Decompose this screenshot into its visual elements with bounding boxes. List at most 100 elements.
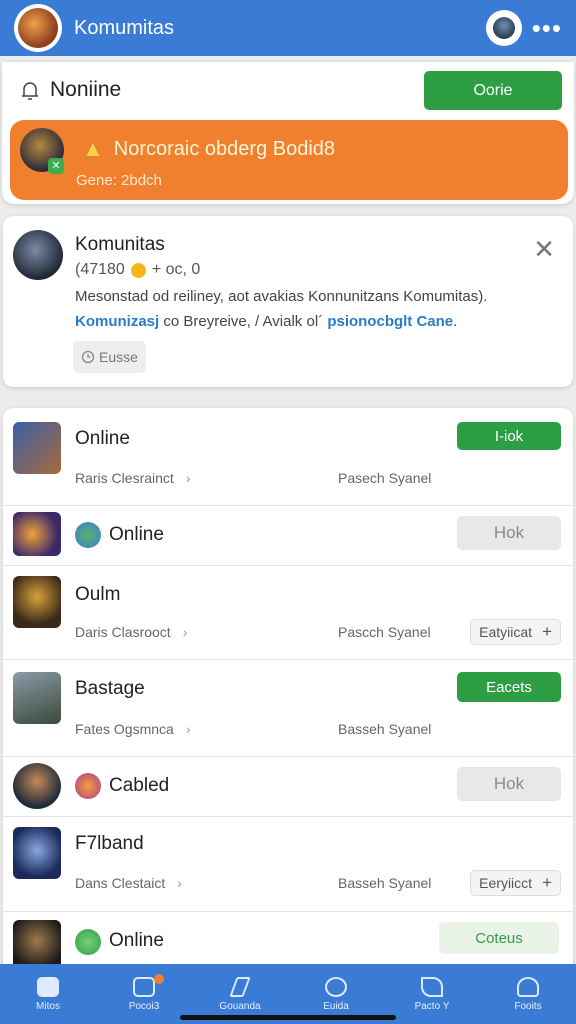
tag-label: Eusse — [99, 349, 138, 365]
game-thumbnail — [13, 576, 61, 628]
status-row: Noniine — [18, 78, 121, 102]
banner-subtitle: Gene: 2bdch — [76, 172, 162, 189]
item-subtitle[interactable]: Raris Clesrainct › — [75, 470, 190, 486]
game-thumbnail — [13, 672, 61, 724]
subtitle-text: Raris Clesrainct — [75, 470, 174, 486]
community-info-card: Komunitas (47180 + oc, 0 ✕ Mesonstad od … — [3, 216, 573, 387]
profile-avatar-button[interactable] — [485, 10, 522, 46]
banner-title: ▲ Norcoraic obderg Bodid8 — [82, 136, 335, 162]
item-meta: Basseh Syanel — [338, 875, 432, 891]
action-button[interactable]: Hok — [457, 516, 561, 550]
community-title: Komunitas — [75, 234, 165, 255]
item-meta: Pascch Syanel — [338, 624, 431, 640]
description-line-1: Mesonstad od reiliney, aot avakias Konnu… — [75, 288, 488, 305]
list-item[interactable]: Cabled Hok — [3, 757, 573, 817]
description-text: co Breyreive, / Avialk ol´ — [159, 313, 328, 330]
game-badge-icon: ✕ — [48, 158, 64, 174]
close-icon[interactable]: ✕ — [533, 236, 555, 262]
status-label: Noniine — [50, 78, 122, 101]
event-banner[interactable]: ✕ ▲ Norcoraic obderg Bodid8 Gene: 2bdch — [10, 120, 568, 200]
item-meta: Pasech Syanel — [338, 470, 432, 486]
item-subtitle[interactable]: Fates Ogsmnca › — [75, 721, 191, 737]
tab-label: Pacto Y — [414, 1000, 450, 1012]
plus-icon: + — [542, 622, 552, 641]
tab-posts[interactable]: Pocoi3 — [96, 964, 192, 1024]
item-subtitle[interactable]: Daris Clasrooct › — [75, 624, 187, 640]
clock-icon — [81, 350, 95, 364]
game-thumbnail — [13, 512, 61, 556]
list-item[interactable]: Online I-iok Raris Clesrainct › Pasech Sy… — [3, 408, 573, 506]
action-button[interactable]: Coteus — [439, 922, 559, 954]
home-icon — [37, 976, 59, 997]
item-meta: Basseh Syanel — [338, 721, 432, 737]
tab-home[interactable]: Mitos — [0, 964, 96, 1024]
tab-label: Fooits — [514, 1000, 542, 1012]
community-stats: (47180 + oc, 0 — [75, 261, 200, 279]
action-button[interactable]: Eacets — [457, 672, 561, 702]
list-item[interactable]: F7lband Dans Clestaict › Basseh Syanel Ee… — [3, 817, 573, 912]
coin-icon — [130, 262, 146, 278]
game-thumbnail — [13, 763, 61, 809]
top-app-bar: Komumitas ••• — [0, 0, 576, 56]
tab-profile[interactable]: Fooits — [480, 964, 576, 1024]
game-thumbnail — [13, 827, 61, 879]
item-title: Online — [109, 524, 164, 545]
game-icon — [75, 773, 101, 799]
community-link[interactable]: Komunizasj — [75, 313, 159, 330]
banner-title-text: Norcoraic obderg Bodid8 — [113, 137, 336, 160]
list-item[interactable]: Bastage Eacets Fates Ogsmnca › Basseh Sya… — [3, 660, 573, 757]
more-dots-icon[interactable]: ••• — [532, 15, 562, 41]
item-title: Bastage — [75, 678, 145, 699]
list-item[interactable]: Online Coteus — [3, 912, 573, 968]
app-logo[interactable] — [14, 4, 62, 52]
bell-icon — [22, 82, 38, 100]
description-end: . — [453, 313, 458, 330]
list-item[interactable]: Oulm Daris Clasrooct › Pascch Syanel Eaty… — [3, 566, 573, 660]
trophy-icon: ▲ — [82, 136, 104, 161]
avatar — [492, 17, 515, 39]
chevron-right-icon: › — [185, 470, 191, 486]
subtitle-text: Daris Clasrooct — [75, 624, 171, 640]
pen-icon — [229, 976, 251, 997]
home-indicator[interactable] — [180, 1015, 396, 1020]
item-title: Online — [109, 930, 164, 951]
tab-label: Gouanda — [219, 1000, 261, 1012]
item-title: Cabled — [109, 775, 170, 796]
chevron-right-icon: › — [177, 875, 182, 891]
description-line-2: Komunizasj co Breyreive, / Avialk ol´ ps… — [75, 313, 457, 330]
chat-bubble-icon — [325, 976, 347, 997]
chip-label: Eeryiicct — [479, 875, 533, 891]
list-item[interactable]: Online Hok — [3, 506, 573, 566]
stat-extra: + oc, 0 — [151, 261, 201, 278]
community-thumbnail — [13, 230, 63, 280]
notification-badge — [154, 974, 164, 984]
add-chip[interactable]: Eatyiicat + — [470, 619, 561, 645]
action-button[interactable]: I-iok — [457, 422, 561, 450]
send-icon — [421, 976, 443, 997]
game-link[interactable]: psionocbglt Cane — [327, 313, 453, 330]
chevron-right-icon: › — [182, 624, 188, 640]
tab-label: Euida — [323, 1000, 349, 1012]
featured-card: Noniine Oorie ✕ ▲ Norcoraic obderg Bodid… — [2, 62, 574, 204]
chip-label: Eatyiicat — [479, 624, 533, 640]
tag-chip[interactable]: Eusse — [73, 341, 146, 373]
game-icon — [75, 522, 101, 548]
item-subtitle[interactable]: Dans Clestaict › — [75, 875, 182, 891]
item-title: Oulm — [75, 584, 121, 605]
game-thumbnail — [13, 422, 61, 474]
app-title: Komumitas — [74, 16, 175, 39]
join-button[interactable]: Oorie — [424, 71, 562, 110]
profile-icon — [517, 976, 539, 997]
tab-label: Pocoi3 — [128, 1000, 160, 1012]
chevron-right-icon: › — [185, 721, 191, 737]
stat-count: (47180 — [75, 261, 125, 278]
add-chip[interactable]: Eeryiicct + — [470, 870, 561, 896]
inbox-icon — [133, 976, 155, 997]
item-title: F7lband — [75, 833, 144, 854]
game-thumbnail — [13, 920, 61, 968]
item-title: Online — [75, 428, 130, 449]
plus-icon: + — [542, 873, 552, 892]
action-button[interactable]: Hok — [457, 767, 561, 801]
tab-send[interactable]: Pacto Y — [384, 964, 480, 1024]
subtitle-text: Fates Ogsmnca — [75, 721, 174, 737]
